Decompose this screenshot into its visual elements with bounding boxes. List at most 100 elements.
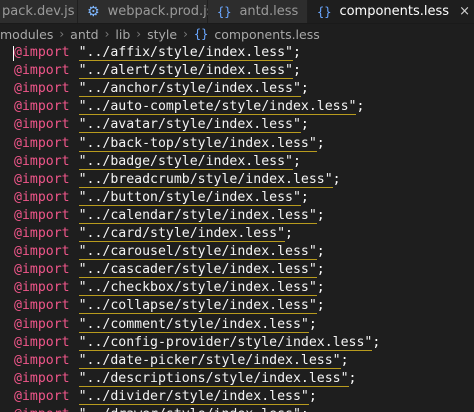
code-line: @import "../badge/style/index.less"; xyxy=(14,153,301,171)
breadcrumb-item[interactable]: antd xyxy=(70,27,98,42)
code-line: @import "../carousel/style/index.less"; xyxy=(14,243,325,261)
semicolon: ; xyxy=(340,352,349,368)
import-path: "../drawer/style/index.less" xyxy=(78,407,301,412)
import-keyword: @import xyxy=(14,171,70,187)
semicolon: ; xyxy=(292,45,301,60)
breadcrumb-item[interactable]: lib xyxy=(115,27,130,42)
import-keyword: @import xyxy=(14,388,70,404)
semicolon: ; xyxy=(348,370,357,386)
braces-icon: {} xyxy=(193,27,209,41)
semicolon: ; xyxy=(292,63,301,79)
import-keyword: @import xyxy=(14,135,70,151)
braces-icon: {} xyxy=(217,4,232,19)
breadcrumb-separator: › xyxy=(59,27,65,41)
tab-components-less[interactable]: {} components.less × xyxy=(308,0,474,23)
import-path: "../carousel/style/index.less" xyxy=(78,244,317,261)
code-line: @import "../button/style/index.less"; xyxy=(14,189,309,207)
breadcrumb-separator: › xyxy=(136,27,142,41)
close-icon[interactable]: × xyxy=(459,4,470,19)
import-path: "../card/style/index.less" xyxy=(78,226,286,242)
breadcrumb-item[interactable]: style xyxy=(147,27,177,42)
code-line: @import "../config-provider/style/index.l… xyxy=(14,334,380,352)
semicolon: ; xyxy=(372,334,381,350)
import-keyword: @import xyxy=(14,81,70,97)
code-line: @import "../checkbox/style/index.less"; xyxy=(14,279,325,297)
import-path: "../calendar/style/index.less" xyxy=(78,207,317,224)
code-line: @import "../auto-complete/style/index.les… xyxy=(14,98,364,116)
import-path: "../affix/style/index.less" xyxy=(78,45,293,61)
code-line: @import "../cascader/style/index.less"; xyxy=(14,261,325,279)
code-line: @import "../descriptions/style/index.less… xyxy=(14,370,356,388)
import-keyword: @import xyxy=(14,244,70,260)
import-keyword: @import xyxy=(14,226,70,241)
import-path: "../back-top/style/index.less" xyxy=(78,135,317,152)
import-path: "../anchor/style/index.less" xyxy=(78,81,301,98)
import-keyword: @import xyxy=(14,63,70,79)
code-line: @import "../comment/style/index.less"; xyxy=(14,316,317,334)
text-cursor xyxy=(13,46,14,61)
semicolon: ; xyxy=(316,262,325,278)
import-path: "../badge/style/index.less" xyxy=(78,153,293,170)
breadcrumb-file[interactable]: components.less xyxy=(214,27,319,42)
semicolon: ; xyxy=(301,407,309,412)
import-keyword: @import xyxy=(14,334,70,350)
code-line: @import "../divider/style/index.less"; xyxy=(14,388,317,406)
import-path: "../checkbox/style/index.less" xyxy=(78,280,317,297)
import-keyword: @import xyxy=(14,207,70,223)
semicolon: ; xyxy=(316,135,325,151)
import-keyword: @import xyxy=(14,153,70,169)
code-line: @import "../anchor/style/index.less"; xyxy=(14,80,309,98)
semicolon: ; xyxy=(300,189,309,205)
tab-label: antd.less xyxy=(239,4,299,19)
import-path: "../config-provider/style/index.less" xyxy=(78,334,373,351)
semicolon: ; xyxy=(332,171,341,187)
import-keyword: @import xyxy=(14,370,70,386)
import-keyword: @import xyxy=(14,316,70,332)
code-line: @import "../affix/style/index.less"; xyxy=(13,44,301,62)
import-keyword: @import xyxy=(14,117,70,133)
import-keyword: @import xyxy=(14,99,70,115)
tab-antd-less[interactable]: {} antd.less xyxy=(208,0,308,23)
code-editor[interactable]: @import "../affix/style/index.less"; @impo… xyxy=(0,44,474,412)
import-path: "../date-picker/style/index.less" xyxy=(78,352,341,369)
breadcrumb: modules › antd › lib › style › {} compon… xyxy=(0,24,474,44)
gear-icon: ⚙ xyxy=(87,3,100,20)
tab-label: components.less xyxy=(339,4,450,19)
semicolon: ; xyxy=(356,99,365,115)
code-line: @import "../card/style/index.less"; xyxy=(14,225,293,243)
tab-webpack-prod[interactable]: ⚙ webpack.prod.js xyxy=(78,0,214,23)
import-path: "../breadcrumb/style/index.less" xyxy=(78,171,333,188)
code-line: @import "../calendar/style/index.less"; xyxy=(14,207,325,225)
semicolon: ; xyxy=(316,207,325,223)
import-keyword: @import xyxy=(14,352,70,368)
code-line: @import "../alert/style/index.less"; xyxy=(14,62,301,80)
semicolon: ; xyxy=(308,316,317,332)
import-path: "../comment/style/index.less" xyxy=(78,316,309,333)
semicolon: ; xyxy=(300,117,309,133)
import-keyword: @import xyxy=(14,45,70,60)
code-line: @import "../drawer/style/index.less"; xyxy=(14,406,309,412)
import-path: "../alert/style/index.less" xyxy=(78,63,293,80)
import-path: "../avatar/style/index.less" xyxy=(78,117,301,134)
breadcrumb-separator: › xyxy=(104,27,110,41)
tab-label: webpack.prod.js xyxy=(107,4,214,19)
semicolon: ; xyxy=(292,153,301,169)
semicolon: ; xyxy=(300,81,309,97)
semicolon: ; xyxy=(316,298,325,314)
import-path: "../auto-complete/style/index.less" xyxy=(78,99,357,116)
breadcrumb-item[interactable]: modules xyxy=(0,27,53,42)
import-keyword: @import xyxy=(14,189,70,205)
import-path: "../descriptions/style/index.less" xyxy=(78,370,349,387)
import-path: "../button/style/index.less" xyxy=(78,189,301,206)
tab-webpack-dev[interactable]: pack.dev.js xyxy=(0,0,78,23)
code-line: @import "../back-top/style/index.less"; xyxy=(14,135,325,153)
code-line: @import "../collapse/style/index.less"; xyxy=(14,297,325,315)
code-line: @import "../avatar/style/index.less"; xyxy=(14,116,309,134)
import-path: "../divider/style/index.less" xyxy=(78,388,309,405)
tab-label: pack.dev.js xyxy=(2,4,75,19)
import-keyword: @import xyxy=(14,407,70,412)
semicolon: ; xyxy=(285,226,293,241)
semicolon: ; xyxy=(308,388,317,404)
import-keyword: @import xyxy=(14,298,70,314)
import-keyword: @import xyxy=(14,280,70,296)
